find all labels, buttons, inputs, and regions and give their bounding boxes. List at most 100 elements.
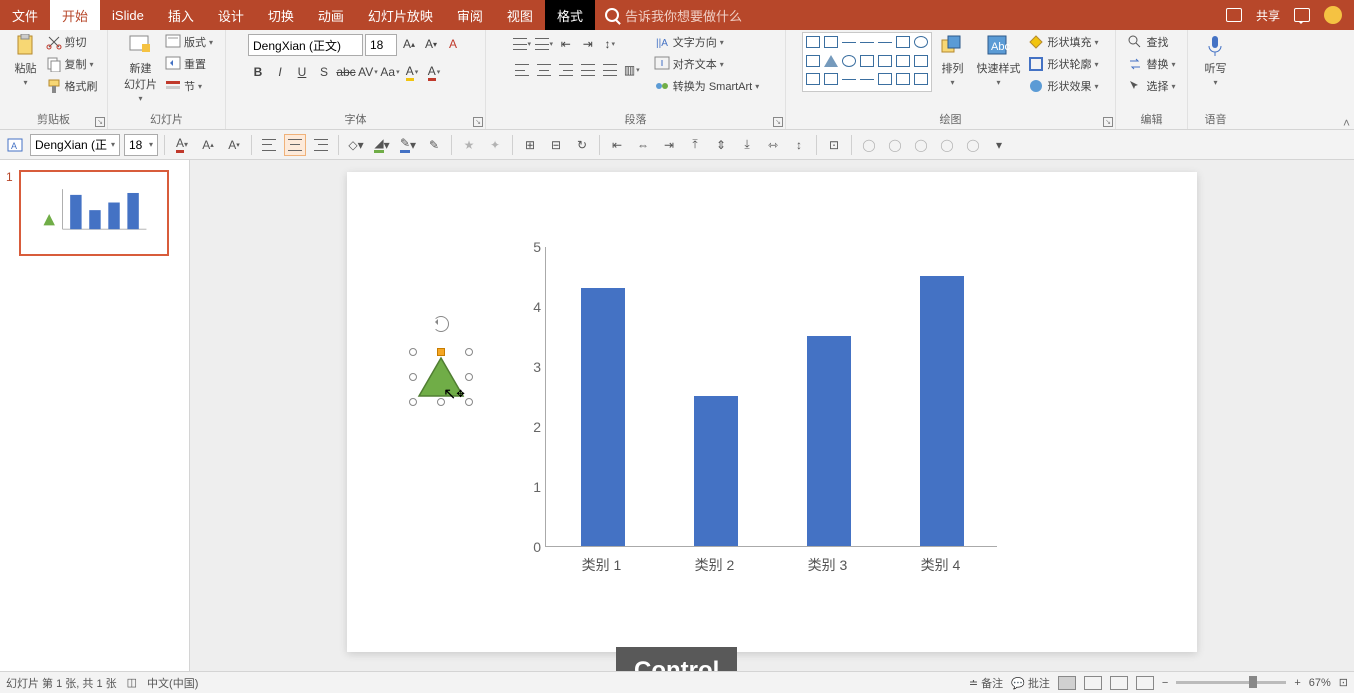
- zoom-slider[interactable]: [1176, 681, 1286, 684]
- italic-button[interactable]: I: [270, 62, 290, 82]
- tab-file[interactable]: 文件: [0, 0, 50, 30]
- bullets-button[interactable]: [512, 34, 532, 54]
- tab-insert[interactable]: 插入: [156, 0, 206, 30]
- shape-effects-button[interactable]: 形状效果▾: [1028, 76, 1098, 96]
- section-button[interactable]: 节▾: [165, 76, 213, 96]
- tab-home[interactable]: 开始: [50, 0, 100, 30]
- qt-merge-3[interactable]: ◯: [910, 134, 932, 156]
- resize-handle-se[interactable]: [465, 398, 473, 406]
- tell-me[interactable]: 告诉我你想要做什么: [595, 0, 752, 30]
- resize-handle-e[interactable]: [465, 373, 473, 381]
- qt-align-m[interactable]: ⇕: [710, 134, 732, 156]
- align-left-button[interactable]: [512, 60, 532, 80]
- comments-button[interactable]: 💬 批注: [1011, 675, 1050, 691]
- fit-to-window-button[interactable]: ⊡: [1339, 676, 1348, 689]
- align-right-button[interactable]: [556, 60, 576, 80]
- highlight-button[interactable]: A: [402, 62, 422, 82]
- qt-align-t[interactable]: ⤒: [684, 134, 706, 156]
- rotate-handle[interactable]: [433, 316, 449, 332]
- qt-size-match[interactable]: ⊡: [823, 134, 845, 156]
- resize-handle-w[interactable]: [409, 373, 417, 381]
- paste-button[interactable]: 粘贴▾: [10, 32, 42, 89]
- new-slide-button[interactable]: 新建 幻灯片▾: [120, 32, 161, 105]
- text-direction-button[interactable]: ||A文字方向▾: [654, 32, 759, 52]
- share-label[interactable]: 共享: [1256, 7, 1280, 24]
- qt-eyedropper[interactable]: ✎: [423, 134, 445, 156]
- collapse-ribbon-button[interactable]: ˄: [1343, 116, 1350, 130]
- qt-align-c[interactable]: ⇔: [632, 134, 654, 156]
- drawing-dialog-launcher[interactable]: ↘: [1103, 117, 1113, 127]
- find-button[interactable]: 查找: [1127, 32, 1175, 52]
- slideshow-view-button[interactable]: [1136, 676, 1154, 690]
- language-status[interactable]: 中文(中国): [147, 675, 198, 691]
- qt-anim-painter[interactable]: ★: [458, 134, 480, 156]
- font-dialog-launcher[interactable]: ↘: [473, 117, 483, 127]
- resize-handle-s[interactable]: [437, 398, 445, 406]
- share-icon[interactable]: [1226, 8, 1242, 22]
- feedback-smile-icon[interactable]: [1324, 6, 1342, 24]
- qt-ungroup[interactable]: ⊟: [545, 134, 567, 156]
- dictate-button[interactable]: 听写▾: [1200, 32, 1232, 89]
- qt-dist-v[interactable]: ↕: [788, 134, 810, 156]
- tab-transition[interactable]: 切换: [256, 0, 306, 30]
- columns-button[interactable]: ▥: [622, 60, 642, 80]
- cut-button[interactable]: 剪切: [46, 32, 98, 52]
- accessibility-icon[interactable]: ◫: [127, 676, 137, 689]
- sorter-view-button[interactable]: [1084, 676, 1102, 690]
- zoom-thumb[interactable]: [1249, 676, 1257, 688]
- qt-merge-5[interactable]: ◯: [962, 134, 984, 156]
- char-spacing-button[interactable]: AV: [358, 62, 378, 82]
- font-color-button[interactable]: A: [424, 62, 444, 82]
- strike-button[interactable]: abc: [336, 62, 356, 82]
- reset-button[interactable]: 重置: [165, 54, 213, 74]
- chart-bar[interactable]: [920, 276, 964, 546]
- chart-bar[interactable]: [694, 396, 738, 546]
- underline-button[interactable]: U: [292, 62, 312, 82]
- qt-font-color[interactable]: A▾: [171, 134, 193, 156]
- qt-more[interactable]: ▾: [988, 134, 1010, 156]
- tab-slideshow[interactable]: 幻灯片放映: [356, 0, 445, 30]
- qt-align-r[interactable]: ⇥: [658, 134, 680, 156]
- comments-icon[interactable]: [1294, 8, 1310, 22]
- qt-size-select[interactable]: 18▾: [124, 134, 158, 156]
- select-button[interactable]: 选择▾: [1127, 76, 1175, 96]
- qt-align-center[interactable]: [284, 134, 306, 156]
- align-center-button[interactable]: [534, 60, 554, 80]
- slide-thumbnails-panel[interactable]: 1: [0, 160, 190, 693]
- qt-anim[interactable]: ✦: [484, 134, 506, 156]
- qt-merge-2[interactable]: ◯: [884, 134, 906, 156]
- replace-button[interactable]: 替换▾: [1127, 54, 1175, 74]
- paragraph-dialog-launcher[interactable]: ↘: [773, 117, 783, 127]
- slide[interactable]: ↖✥ 012345 类别 1类别 2类别 3类别 4: [347, 172, 1197, 652]
- align-text-button[interactable]: 对齐文本▾: [654, 54, 759, 74]
- quick-styles-button[interactable]: Abc快速样式▾: [972, 32, 1024, 89]
- font-size-input[interactable]: [365, 34, 397, 56]
- clipboard-dialog-launcher[interactable]: ↘: [95, 117, 105, 127]
- qt-font-select[interactable]: DengXian (正▾: [30, 134, 120, 156]
- qt-outline[interactable]: ✎▾: [397, 134, 419, 156]
- qt-merge-1[interactable]: ◯: [858, 134, 880, 156]
- shape-fill-button[interactable]: 形状填充▾: [1028, 32, 1098, 52]
- slide-canvas[interactable]: ↖✥ 012345 类别 1类别 2类别 3类别 4: [190, 160, 1354, 693]
- qt-align-left[interactable]: [258, 134, 280, 156]
- copy-button[interactable]: 复制▾: [46, 54, 98, 74]
- change-case-button[interactable]: Aa: [380, 62, 400, 82]
- tab-design[interactable]: 设计: [206, 0, 256, 30]
- qt-dist-h[interactable]: ⇿: [762, 134, 784, 156]
- tab-islide[interactable]: iSlide: [100, 0, 156, 30]
- selected-triangle-shape[interactable]: [413, 352, 469, 402]
- zoom-out-button[interactable]: −: [1162, 677, 1168, 689]
- qt-shape[interactable]: ◇▾: [345, 134, 367, 156]
- resize-handle-ne[interactable]: [465, 348, 473, 356]
- reading-view-button[interactable]: [1110, 676, 1128, 690]
- qt-merge-4[interactable]: ◯: [936, 134, 958, 156]
- qt-align-right[interactable]: [310, 134, 332, 156]
- qt-align-l[interactable]: ⇤: [606, 134, 628, 156]
- slide-1-thumbnail[interactable]: [19, 170, 169, 256]
- tab-animation[interactable]: 动画: [306, 0, 356, 30]
- decrease-indent-button[interactable]: ⇤: [556, 34, 576, 54]
- line-spacing-button[interactable]: ↕: [600, 34, 620, 54]
- tab-format[interactable]: 格式: [545, 0, 595, 30]
- qt-align-b[interactable]: ⤓: [736, 134, 758, 156]
- layout-button[interactable]: 版式▾: [165, 32, 213, 52]
